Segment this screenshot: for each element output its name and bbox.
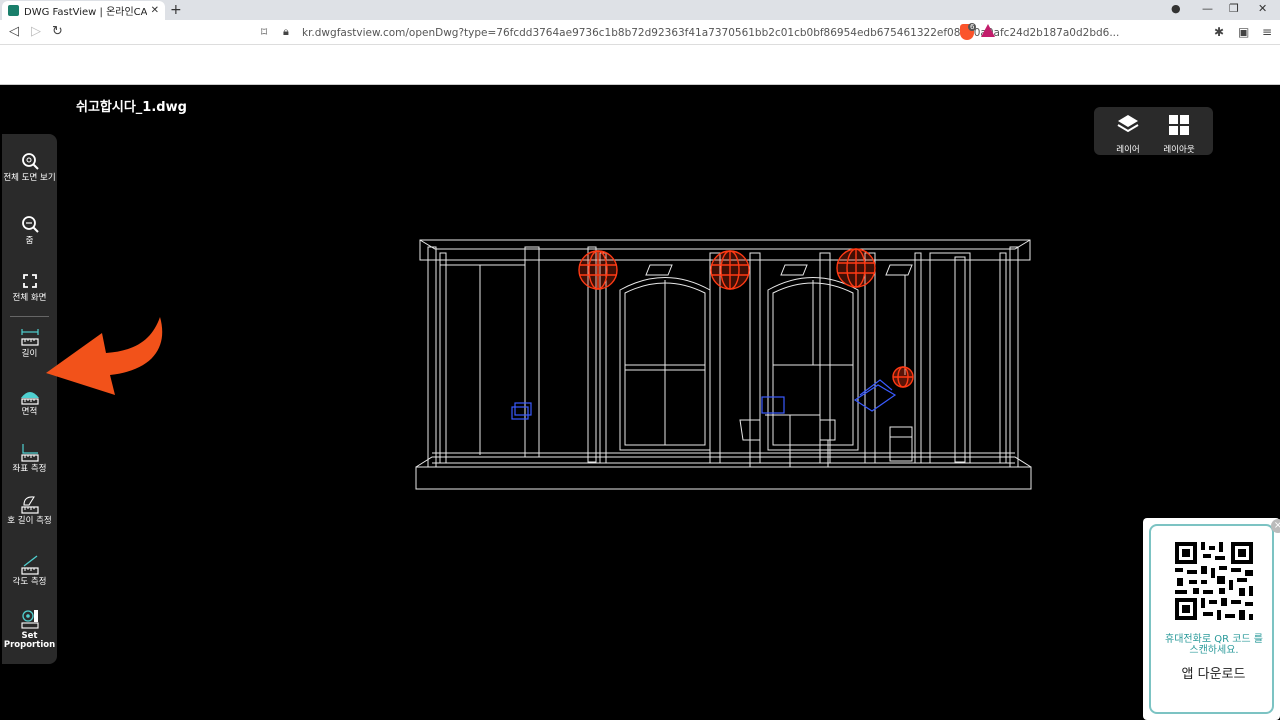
cad-post [914,252,922,464]
fullscreen-button[interactable]: 전체 화면 [2,270,57,303]
lock-icon[interactable]: 🔒︎ [283,25,289,39]
tool-label: 전체 화면 [12,293,47,303]
layout-label: 레이아웃 [1163,145,1195,155]
tab-close-icon[interactable]: ✕ [151,5,159,16]
back-icon[interactable]: ◁ [9,24,19,39]
tool-label: Set Proportion [3,631,56,650]
cad-post [439,252,447,464]
close-window-icon[interactable]: ✕ [1258,2,1267,15]
zoom-extents-icon [21,153,39,170]
minimize-icon[interactable]: — [1202,2,1213,15]
reload-icon[interactable]: ↻ [52,24,63,39]
fullscreen-icon [22,274,37,288]
browser-tab[interactable]: DWG FastView | 온라인CAD 뷰어 ✕ [2,1,165,20]
address-bar-row: ◁ ▷ ↻ ⌑ 🔒︎ kr.dwgfastview.com/openDwg?ty… [0,20,1280,45]
layers-icon [1117,115,1139,133]
browser-menu-icon[interactable]: ≡ [1262,25,1272,39]
qr-code-icon[interactable] [1173,540,1255,622]
zoom-icon [21,216,39,233]
url-text: kr.dwgfastview.com/openDwg?type=76fcdd37… [302,27,1120,39]
tab-bar: DWG FastView | 온라인CAD 뷰어 ✕ + ● — ❐ ✕ [0,0,1280,20]
measure-coordinate-button[interactable]: 좌표 측정 [2,441,57,474]
tool-label: 전체 도면 보기 [3,173,56,183]
wallet-icon[interactable]: ▣ [1238,25,1249,39]
cad-lamp-globe [892,366,914,388]
cad-base [415,466,1032,490]
tab-title: DWG FastView | 온라인CAD 뷰어 [24,7,147,18]
cad-post [1009,246,1019,468]
bookmark-icon[interactable]: ⌑ [261,25,267,39]
site-favicon-icon [8,5,19,16]
layer-button[interactable]: 레이어 [1103,113,1153,155]
qr-download-card: × 휴대전화로 QR 코드 를 스캔하세요. 앱 다운로드 [1143,518,1280,720]
set-proportion-button[interactable]: Set Proportion [2,608,57,650]
zoom-button[interactable]: 줌 [2,213,57,246]
brave-rewards-icon[interactable] [981,24,995,37]
cad-stool [818,419,838,468]
cad-lamp-globe [710,250,750,290]
cad-panel [929,252,971,464]
restore-icon[interactable]: ❐ [1229,2,1239,15]
measure-area-icon [20,392,39,405]
tool-label: 좌표 측정 [12,464,47,474]
cad-base-edge [415,456,1032,468]
app-download-link[interactable]: 앱 다운로드 [1151,663,1276,682]
cad-beam-edge [419,239,1031,250]
layer-label: 레이어 [1116,145,1140,155]
cad-viewer[interactable]: 쉬고합시다_1.dwg 전체 도면 보기 줌 전체 화면 길이 면적 좌표 측정… [0,85,1280,720]
browser-menu-icon[interactable]: ● [1171,2,1181,15]
qr-instruction: 휴대전화로 QR 코드 를 스캔하세요. [1165,634,1263,656]
forward-icon[interactable]: ▷ [31,24,41,39]
measure-arc-button[interactable]: 호 길이 측정 [2,493,57,526]
file-title: 쉬고합시다_1.dwg [76,100,187,115]
cad-ceiling-light [780,264,808,276]
layout-button[interactable]: 레이아웃 [1154,113,1204,155]
tool-label: 줌 [25,236,34,246]
measure-coordinate-icon [20,444,39,462]
cad-ceiling-light [885,264,913,276]
extensions-icon[interactable]: ✱ [1214,25,1224,39]
url-field[interactable]: ⌑ 🔒︎ kr.dwgfastview.com/openDwg?type=76f… [250,22,1119,43]
cad-post [524,246,540,458]
page-header [0,45,1280,85]
qr-card-inner: × 휴대전화로 QR 코드 를 스캔하세요. 앱 다운로드 [1149,519,1280,714]
browser-window: DWG FastView | 온라인CAD 뷰어 ✕ + ● — ❐ ✕ ◁ ▷… [0,0,1280,720]
cad-post [954,256,966,463]
measure-angle-icon [20,555,39,575]
measure-length-icon [20,329,39,346]
measure-angle-button[interactable]: 각도 측정 [2,554,57,587]
set-proportion-icon [20,610,39,629]
cad-post [999,252,1007,464]
cad-post [427,246,437,468]
cad-ceiling-light [645,264,673,276]
layer-layout-panel: 레이어 레이아웃 [1094,107,1213,155]
cad-lamp-globe [836,248,876,288]
new-tab-icon[interactable]: + [170,2,182,18]
tool-label: 호 길이 측정 [7,516,52,526]
annotation-arrow-icon [46,317,163,395]
cad-lamp-globe [578,250,618,290]
tool-label: 면적 [21,407,38,417]
cad-post [749,252,761,464]
zoom-extents-button[interactable]: 전체 도면 보기 [2,150,57,183]
layout-grid-icon [1169,115,1189,135]
cad-appliance [889,426,913,462]
measure-arc-icon [20,496,39,514]
tool-label: 각도 측정 [12,577,47,587]
close-icon[interactable]: × [1271,519,1280,533]
cad-drawing-canvas[interactable] [410,235,1035,495]
